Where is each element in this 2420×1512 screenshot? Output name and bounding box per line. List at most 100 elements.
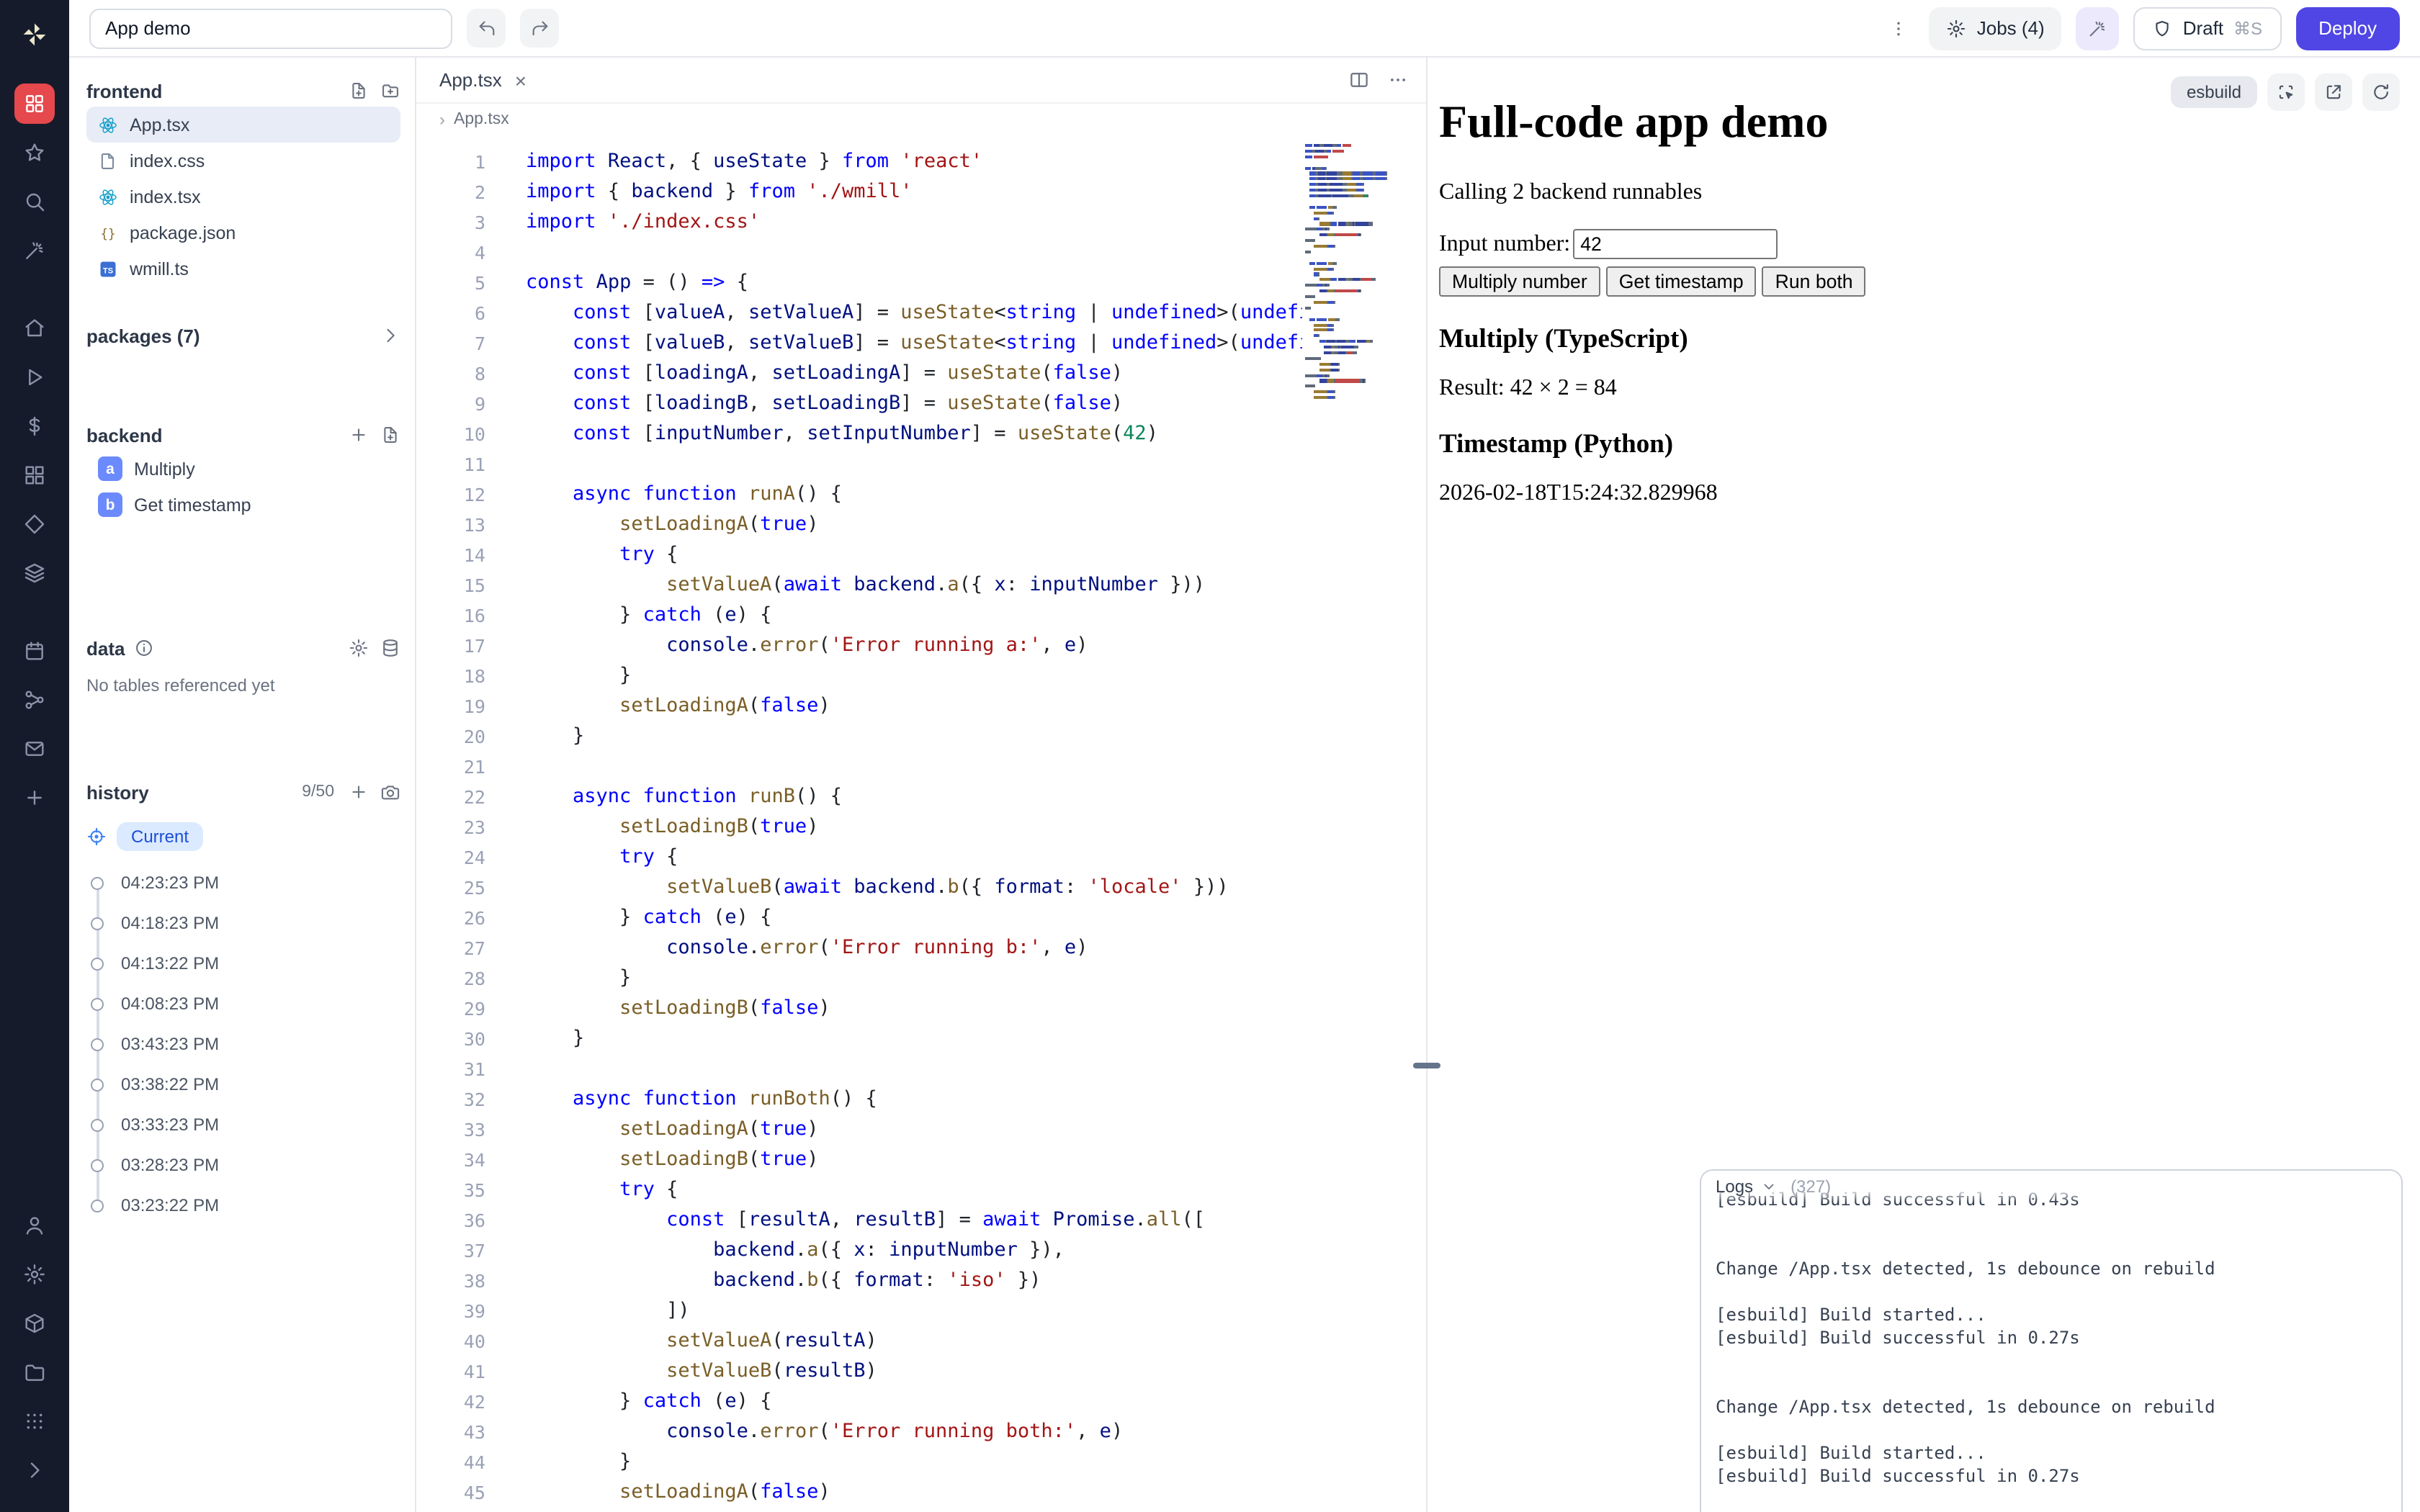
package-icon[interactable] <box>14 1303 55 1344</box>
chevron-right-icon[interactable] <box>14 1450 55 1490</box>
file-wmill-ts[interactable]: TSwmill.ts <box>86 251 400 287</box>
star-icon[interactable] <box>14 132 55 173</box>
app-title-input[interactable] <box>89 8 452 48</box>
add-snapshot-button[interactable] <box>349 782 369 802</box>
preview-section-body: 2026-02-18T15:24:32.829968 <box>1439 481 2408 507</box>
history-entry[interactable]: 04:23:23 PM <box>86 863 400 903</box>
ai-wand-button[interactable] <box>2076 6 2120 50</box>
file-index-tsx[interactable]: index.tsx <box>86 179 400 215</box>
jobs-icon <box>1947 18 1967 38</box>
close-tab-icon[interactable]: × <box>515 70 526 90</box>
line-number: 34 <box>416 1145 485 1175</box>
user-icon[interactable] <box>14 1205 55 1246</box>
refresh-preview-button[interactable] <box>2362 73 2400 111</box>
stack-icon[interactable] <box>14 553 55 593</box>
code-line: 25 setValueB(await backend.b({ format: '… <box>416 873 1302 903</box>
open-in-new-tab-button[interactable] <box>2315 73 2352 111</box>
minimap[interactable] <box>1305 144 1415 402</box>
redo-button[interactable] <box>520 9 559 48</box>
calendar-icon[interactable] <box>14 631 55 671</box>
data-empty-text: No tables referenced yet <box>86 675 400 696</box>
split-editor-button[interactable] <box>1348 69 1370 91</box>
runnable-multiply[interactable]: aMultiply <box>86 451 400 487</box>
line-number: 5 <box>416 268 485 298</box>
dollar-icon[interactable] <box>14 406 55 446</box>
code-area[interactable]: 1import React, { useState } from 'react'… <box>416 138 1426 1512</box>
mail-icon[interactable] <box>14 729 55 769</box>
code-line: 21 <box>416 752 1302 782</box>
line-number: 39 <box>416 1296 485 1326</box>
wand-icon[interactable] <box>14 230 55 271</box>
add-table-button[interactable] <box>380 638 400 658</box>
multiply-number-button[interactable]: Multiply number <box>1439 266 1600 297</box>
breadcrumb-label: App.tsx <box>454 111 509 128</box>
line-number: 33 <box>416 1115 485 1145</box>
input-number-field[interactable] <box>1573 229 1778 259</box>
draft-button[interactable]: Draft ⌘S <box>2134 6 2281 50</box>
new-runnable-file-button[interactable] <box>380 425 400 445</box>
deploy-button[interactable]: Deploy <box>2295 6 2400 50</box>
add-runnable-button[interactable] <box>349 425 369 445</box>
history-entry[interactable]: 04:18:23 PM <box>86 903 400 943</box>
line-number: 32 <box>416 1084 485 1115</box>
history-entry[interactable]: 04:13:22 PM <box>86 943 400 984</box>
history-entry[interactable]: 03:33:23 PM <box>86 1104 400 1145</box>
code-line: 18 } <box>416 661 1302 691</box>
run-both-button[interactable]: Run both <box>1762 266 1866 297</box>
line-number: 23 <box>416 812 485 842</box>
logs-panel: Logs (327) [esbuild] Build successful in… <box>1700 1169 2403 1512</box>
tab-app-tsx[interactable]: App.tsx × <box>416 58 544 102</box>
gear-icon[interactable] <box>14 1254 55 1295</box>
draft-icon <box>2153 18 2173 38</box>
packages-title: packages (7) <box>86 325 200 346</box>
play-icon[interactable] <box>14 357 55 397</box>
data-section-title: data <box>86 637 125 659</box>
history-entry[interactable]: 04:08:23 PM <box>86 984 400 1024</box>
editor-more-button[interactable] <box>1387 69 1409 91</box>
code-line: 19 setLoadingA(false) <box>416 691 1302 721</box>
runnable-get-timestamp[interactable]: bGet timestamp <box>86 487 400 523</box>
more-menu-button[interactable] <box>1883 9 1915 48</box>
app-grid-icon[interactable] <box>14 84 55 124</box>
blocks-icon[interactable] <box>14 455 55 495</box>
logs-collapse-button[interactable] <box>1760 1178 1778 1195</box>
flow-icon[interactable] <box>14 680 55 720</box>
history-entry[interactable]: 03:23:22 PM <box>86 1185 400 1225</box>
add-folder-button[interactable] <box>380 81 400 101</box>
file-app-tsx[interactable]: App.tsx <box>86 107 400 143</box>
packages-row[interactable]: packages (7) <box>86 318 400 353</box>
plus-icon[interactable] <box>14 778 55 818</box>
code-line: 17 console.error('Error running a:', e) <box>416 631 1302 661</box>
camera-icon[interactable] <box>380 782 400 802</box>
diamond-icon[interactable] <box>14 504 55 544</box>
grid-dots-icon[interactable] <box>14 1401 55 1441</box>
history-entry[interactable]: 03:43:23 PM <box>86 1024 400 1064</box>
code-line: 2import { backend } from './wmill' <box>416 177 1302 207</box>
preview-section-body: Result: 42 × 2 = 84 <box>1439 376 2408 402</box>
inspect-button[interactable] <box>2267 73 2305 111</box>
file-package-json[interactable]: {}package.json <box>86 215 400 251</box>
history-entry[interactable]: 03:28:23 PM <box>86 1145 400 1185</box>
windmill-logo[interactable] <box>13 13 56 56</box>
search-icon[interactable] <box>14 181 55 222</box>
history-current-badge[interactable]: Current <box>117 822 203 851</box>
data-settings-button[interactable] <box>349 638 369 658</box>
esbuild-badge: esbuild <box>2171 76 2257 108</box>
folder-icon[interactable] <box>14 1352 55 1392</box>
line-number: 30 <box>416 1024 485 1054</box>
code-line: 39 ]) <box>416 1296 1302 1326</box>
jobs-button[interactable]: Jobs (4) <box>1930 6 2062 50</box>
line-number: 3 <box>416 207 485 238</box>
history-dot-icon <box>91 1199 104 1212</box>
history-entry[interactable]: 03:38:22 PM <box>86 1064 400 1104</box>
get-timestamp-button[interactable]: Get timestamp <box>1606 266 1757 297</box>
wand-icon <box>2088 18 2108 38</box>
home-icon[interactable] <box>14 308 55 348</box>
add-file-button[interactable] <box>349 81 369 101</box>
panel-resize-handle[interactable] <box>1413 1063 1440 1068</box>
history-dot-icon <box>91 957 104 970</box>
breadcrumb[interactable]: › App.tsx <box>416 104 1426 135</box>
data-section-header: data <box>86 632 400 664</box>
undo-button[interactable] <box>467 9 506 48</box>
file-index-css[interactable]: index.css <box>86 143 400 179</box>
